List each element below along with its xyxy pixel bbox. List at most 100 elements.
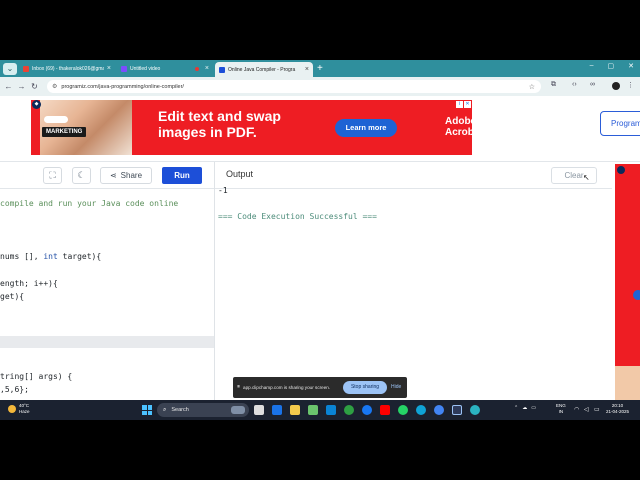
- edge-icon[interactable]: [416, 405, 426, 415]
- start-button[interactable]: [142, 405, 152, 415]
- share-label: Share: [120, 171, 143, 180]
- code-icon[interactable]: ‹›: [572, 81, 577, 88]
- link-icon[interactable]: ∞: [590, 81, 595, 88]
- new-tab-icon[interactable]: +: [317, 63, 323, 74]
- system-tray: ⌃ ☁ ▭: [514, 405, 536, 411]
- programiz-page: MARKETING Edit text and swap images in P…: [0, 96, 640, 400]
- clear-button[interactable]: Clear: [551, 167, 597, 184]
- output-result: -1: [218, 186, 228, 195]
- address-bar: ← → ↻ ⚙ programiz.com/java-programming/o…: [0, 77, 640, 96]
- code-line: ,5,6};: [0, 385, 29, 394]
- profile-avatar[interactable]: [612, 82, 620, 90]
- ad-marketing-label: MARKETING: [42, 127, 87, 137]
- task-view-icon[interactable]: [254, 405, 264, 415]
- side-ad[interactable]: [614, 162, 640, 400]
- forward-icon[interactable]: →: [15, 82, 28, 91]
- cloud-icon[interactable]: ☁: [522, 405, 527, 411]
- tab-gmail[interactable]: Inbox (69) - thakeralok026@gma ×: [19, 62, 115, 75]
- pause-icon: ⏸: [237, 384, 241, 390]
- minimize-icon[interactable]: –: [590, 62, 594, 70]
- volume-icon[interactable]: ◁: [584, 406, 589, 413]
- side-ad-photo: [615, 366, 640, 400]
- code-comment: compile and run your Java code online: [0, 199, 179, 208]
- back-icon[interactable]: ←: [2, 82, 15, 91]
- wifi-icon[interactable]: ◠: [574, 406, 579, 413]
- clipchamp-app-icon[interactable]: [470, 405, 480, 415]
- stop-sharing-button[interactable]: Stop sharing: [343, 381, 387, 394]
- programiz-logo-icon[interactable]: ◆: [32, 100, 41, 109]
- run-button[interactable]: Run: [162, 167, 202, 184]
- dark-mode-icon[interactable]: ☾: [72, 167, 91, 184]
- close-icon[interactable]: ×: [305, 66, 309, 73]
- ad-logo-pill: [44, 116, 68, 123]
- store-icon[interactable]: [326, 405, 336, 415]
- tab-title: Online Java Compiler - Progra: [228, 66, 296, 73]
- close-icon[interactable]: ×: [205, 65, 209, 72]
- fullscreen-icon[interactable]: ⛶: [43, 167, 62, 184]
- language-indicator[interactable]: ENG IN: [556, 403, 566, 415]
- ad-controls: i ✕: [456, 101, 471, 108]
- battery-icon[interactable]: ▭: [594, 406, 600, 413]
- extensions-icon[interactable]: ⧉: [551, 81, 556, 89]
- search-highlight-icon: [231, 406, 245, 414]
- active-line-highlight: [0, 336, 214, 348]
- camera-icon[interactable]: ▭: [531, 405, 536, 411]
- ad-close-icon[interactable]: ✕: [464, 101, 471, 108]
- file-explorer-icon[interactable]: [290, 405, 300, 415]
- code-editor[interactable]: compile and run your Java code online nu…: [0, 189, 214, 400]
- banner-ad[interactable]: MARKETING Edit text and swap images in P…: [31, 100, 472, 155]
- output-status: === Code Execution Successful ===: [218, 212, 377, 221]
- chrome-alt-icon[interactable]: [434, 405, 444, 415]
- share-icon: ⋖: [109, 171, 117, 180]
- chrome-icon[interactable]: [344, 405, 354, 415]
- close-icon[interactable]: ×: [107, 65, 111, 72]
- search-icon: ⌕: [163, 406, 167, 413]
- side-ad-button[interactable]: [633, 290, 640, 300]
- facebook-icon[interactable]: [362, 405, 372, 415]
- youtube-icon[interactable]: [380, 405, 390, 415]
- hide-button[interactable]: Hide: [391, 384, 401, 390]
- copilot-icon[interactable]: [272, 405, 282, 415]
- mouse-cursor-icon: ↖: [583, 173, 590, 182]
- active-app-icon[interactable]: [452, 405, 462, 415]
- ad-headline: Edit text and swap images in PDF.: [158, 108, 281, 140]
- photos-icon[interactable]: [308, 405, 318, 415]
- ad-learn-more-button[interactable]: Learn more: [335, 119, 397, 137]
- weather-sun-icon: [8, 405, 16, 413]
- reload-icon[interactable]: ↻: [28, 82, 41, 91]
- code-line: get){: [0, 292, 25, 301]
- whatsapp-icon[interactable]: [398, 405, 408, 415]
- side-ad-red: [615, 164, 640, 366]
- tab-title: Inbox (69) - thakeralok026@gma: [32, 65, 104, 72]
- output-title: Output: [226, 169, 254, 179]
- weather-condition: Haze: [19, 409, 30, 414]
- site-info-icon[interactable]: ⚙: [52, 83, 57, 90]
- tab-search-icon[interactable]: ⌄: [3, 62, 17, 75]
- search-label: Search: [171, 407, 189, 413]
- recording-icon: [195, 66, 199, 71]
- url-field[interactable]: ⚙ programiz.com/java-programming/online-…: [47, 80, 541, 93]
- programiz-favicon-icon: [219, 66, 225, 73]
- code-line: ength; i++){: [0, 279, 58, 288]
- tab-clipchamp[interactable]: Untitled video ×: [117, 62, 213, 75]
- ad-info-icon[interactable]: i: [456, 101, 463, 108]
- close-window-icon[interactable]: ✕: [628, 62, 634, 70]
- bookmark-star-icon[interactable]: ☆: [529, 83, 535, 91]
- compiler-toolbar: ⛶ ☾ ⋖ Share Run Output Clear ↖: [0, 162, 612, 189]
- weather-widget[interactable]: 40°C Haze: [8, 403, 30, 415]
- browser-tab-bar: ⌄ Inbox (69) - thakeralok026@gma × Untit…: [0, 60, 640, 77]
- share-button[interactable]: ⋖ Share: [100, 167, 152, 184]
- clock[interactable]: 20:10 21-04-2025: [606, 403, 629, 415]
- screen-sharing-bar: ⏸ app.clipchamp.com is sharing your scre…: [233, 377, 407, 398]
- taskbar-search[interactable]: ⌕ Search: [157, 403, 249, 417]
- tab-programiz[interactable]: Online Java Compiler - Progra ×: [215, 62, 313, 77]
- code-line: tring[] args) {: [0, 372, 73, 381]
- windows-taskbar: 40°C Haze ⌕ Search ⌃ ☁ ▭ ENG IN ◠ ◁ ▭ 20…: [0, 400, 640, 420]
- programiz-pro-button[interactable]: Programiz: [600, 111, 640, 136]
- more-menu-icon[interactable]: ⋮: [627, 81, 634, 89]
- screen: ⌄ Inbox (69) - thakeralok026@gma × Untit…: [0, 60, 640, 420]
- maximize-icon[interactable]: ▢: [608, 62, 615, 70]
- url-text: programiz.com/java-programming/online-co…: [61, 83, 184, 90]
- page-header: MARKETING Edit text and swap images in P…: [0, 96, 640, 162]
- chevron-up-icon[interactable]: ⌃: [514, 405, 518, 411]
